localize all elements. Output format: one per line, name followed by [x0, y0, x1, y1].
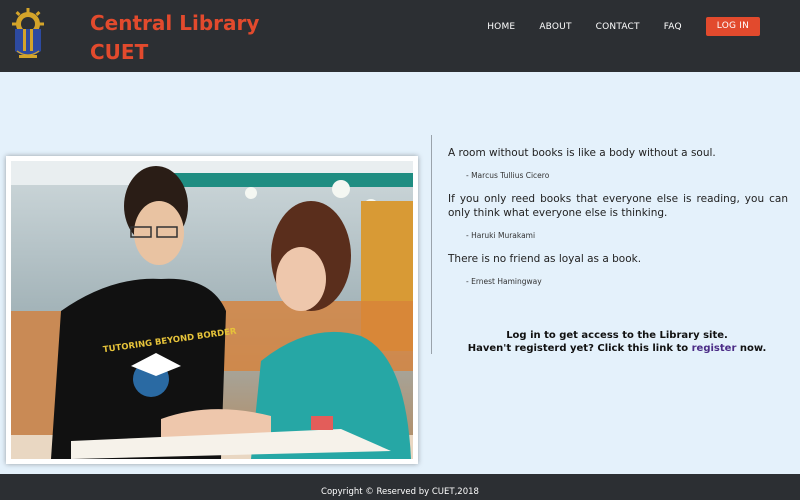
cta-pre-text: Haven't registerd yet? Click this link t…	[467, 343, 692, 354]
cta-line-1: Log in to get access to the Library site…	[506, 330, 728, 341]
vertical-divider	[431, 135, 432, 354]
site-header: Central Library CUET HOME ABOUT CONTACT …	[0, 0, 800, 72]
brand-subtitle: CUET	[90, 40, 149, 64]
main-nav: HOME ABOUT CONTACT FAQ LOG IN	[487, 17, 760, 36]
quote-text: There is no friend as loyal as a book.	[448, 253, 642, 265]
quote-author: - Haruki Murakami	[466, 231, 536, 240]
site-footer: Copyright © Reserved by CUET,2018	[0, 474, 800, 500]
quote-author: - Marcus Tullius Cicero	[466, 171, 550, 180]
cta-post-text: now.	[736, 343, 767, 354]
cuet-logo-icon[interactable]	[9, 7, 47, 63]
nav-faq-link[interactable]: FAQ	[664, 18, 682, 36]
nav-contact-link[interactable]: CONTACT	[596, 18, 640, 36]
nav-about-link[interactable]: ABOUT	[539, 18, 571, 36]
login-cta: Log in to get access to the Library site…	[448, 329, 786, 355]
copyright-text: Copyright © Reserved by CUET,2018	[321, 487, 479, 497]
quote-text: If you only reed books that everyone els…	[448, 193, 788, 219]
quotes-section: A room without books is like a body with…	[448, 146, 788, 298]
login-button[interactable]: LOG IN	[705, 17, 760, 36]
site-brand[interactable]: Central Library CUET	[90, 9, 259, 67]
students-reading-photo: TUTORING BEYOND BORDER	[11, 161, 413, 459]
cta-line-2: Haven't registerd yet? Click this link t…	[448, 342, 786, 355]
hero-photo-frame: TUTORING BEYOND BORDER	[6, 156, 418, 464]
register-link[interactable]: register	[692, 343, 737, 354]
quote-author: - Ernest Hamingway	[466, 277, 542, 286]
nav-home-link[interactable]: HOME	[487, 18, 515, 36]
brand-title: Central Library	[90, 11, 260, 35]
quote-text: A room without books is like a body with…	[448, 147, 716, 159]
